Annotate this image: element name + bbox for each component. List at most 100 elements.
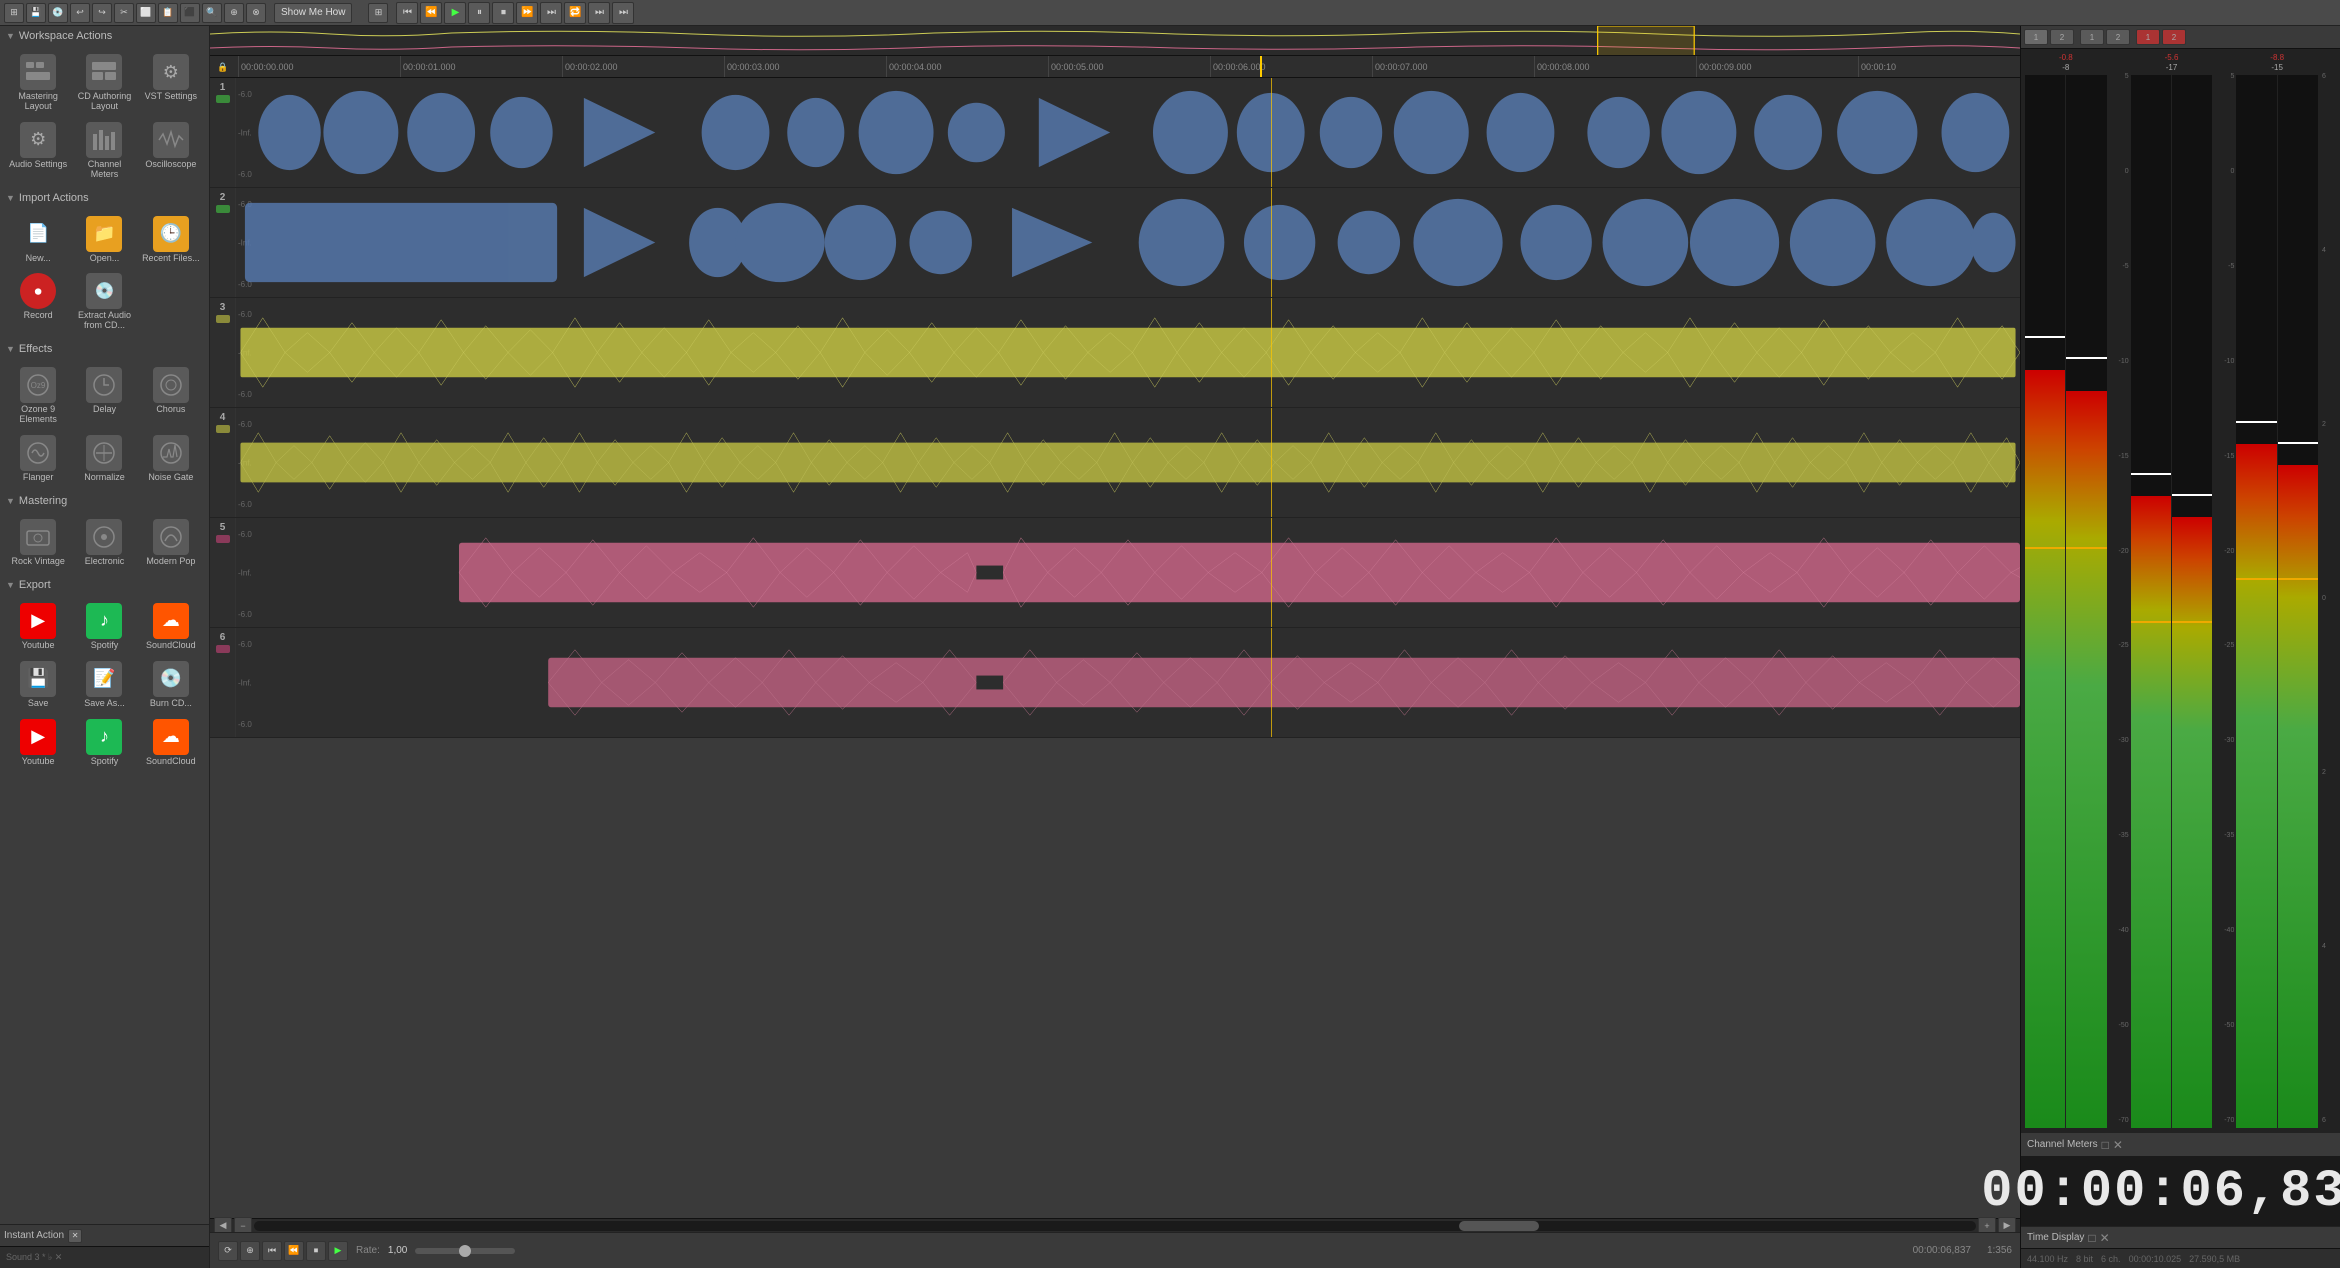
meter-tab-1[interactable]: 1 [2024,29,2048,45]
save-label: Save [28,699,49,709]
track-content-6[interactable]: -6.0 -Inf. -6.0 [236,628,2020,737]
new-file-item[interactable]: 📄 New... [6,212,70,268]
transport-skip-btn[interactable]: ⏭ [588,2,610,24]
save-item[interactable]: 💾 Save [6,657,70,713]
channel-meters-item[interactable]: Channel Meters [72,118,136,184]
time-display-x-btn[interactable]: ✕ [2100,1231,2110,1245]
modern-pop-item[interactable]: Modern Pop [139,515,203,571]
track-mute-3[interactable] [216,315,230,323]
tb-rewind-btn[interactable]: ⏮ [262,1241,282,1261]
tb-loop-btn[interactable]: ⟳ [218,1241,238,1261]
transport-loop-btn[interactable]: 🔁 [564,2,586,24]
mastering-layout-item[interactable]: Mastering Layout [6,50,70,116]
toolbar-btn-select[interactable]: ⬛ [180,3,200,23]
meter-tab-2[interactable]: 2 [2050,29,2074,45]
toolbar-btn-paste[interactable]: 📋 [158,3,178,23]
import-actions-header[interactable]: ▼ Import Actions [0,188,209,208]
burn-cd-item[interactable]: 💿 Burn CD... [139,657,203,713]
export-youtube-item[interactable]: ▶ Youtube [6,599,70,655]
tracks-container[interactable]: 1 -6.0 -Inf. -6.0 [210,78,2020,1218]
time-display-close-btn[interactable]: □ [2088,1231,2095,1245]
track-mute-4[interactable] [216,425,230,433]
track-mute-5[interactable] [216,535,230,543]
flanger-item[interactable]: Flanger [6,431,70,487]
tb-sync-btn[interactable]: ⊕ [240,1241,260,1261]
track-mute-6[interactable] [216,645,230,653]
save-spotify-item[interactable]: ♪ Spotify [72,715,136,771]
track-mute-2[interactable] [216,205,230,213]
transport-next-btn[interactable]: ⏩ [516,2,538,24]
transport-rewind-btn[interactable]: ⏮ [396,2,418,24]
transport-end-btn[interactable]: ⏭ [540,2,562,24]
ruler-mark-2: 00:00:02.000 [562,56,724,78]
h-scrollbar-thumb[interactable] [1459,1221,1539,1231]
save-youtube-label: Youtube [22,757,55,767]
transport-skip2-btn[interactable]: ⏭ [612,2,634,24]
transport-pause-btn[interactable]: ⏸ [468,2,490,24]
transport-stop-btn[interactable]: ⏹ [492,2,514,24]
tb-prev-btn[interactable]: ⏪ [284,1241,304,1261]
open-file-item[interactable]: 📁 Open... [72,212,136,268]
record-item[interactable]: ⏺ Record [6,269,70,335]
instant-action-close[interactable]: ✕ [68,1229,82,1243]
ozone-item[interactable]: Oz9 Ozone 9 Elements [6,363,70,429]
oscilloscope-item[interactable]: Oscilloscope [139,118,203,184]
audio-settings-item[interactable]: ⚙ Audio Settings [6,118,70,184]
meter-tab-4[interactable]: 2 [2106,29,2130,45]
meter-tab-6[interactable]: 2 [2162,29,2186,45]
extract-cd-item[interactable]: 💿 Extract Audio from CD... [72,269,136,335]
save-soundcloud-item[interactable]: ☁ SoundCloud [139,715,203,771]
show-me-how-button[interactable]: Show Me How [274,3,352,23]
tb-play-btn[interactable]: ▶ [328,1241,348,1261]
export-header[interactable]: ▼ Export [0,575,209,595]
export-soundcloud-item[interactable]: ☁ SoundCloud [139,599,203,655]
toolbar-btn-copy[interactable]: ⬜ [136,3,156,23]
toolbar-btn-undo[interactable]: ↩ [70,3,90,23]
effects-header[interactable]: ▼ Effects [0,339,209,359]
track-content-1[interactable]: -6.0 -Inf. -6.0 [236,78,2020,187]
toolbar-btn-zoom[interactable]: 🔍 [202,3,222,23]
meter-tab-5[interactable]: 1 [2136,29,2160,45]
track-content-3[interactable]: -6.0 -Inf. -6.0 [236,298,2020,407]
cd-authoring-item[interactable]: CD Authoring Layout [72,50,136,116]
channel-meters-x-btn[interactable]: ✕ [2113,1138,2123,1152]
meter-fill-l2 [2131,496,2171,1128]
mastering-header[interactable]: ▼ Mastering [0,491,209,511]
toolbar-btn-new[interactable]: ⊞ [4,3,24,23]
workspace-actions-header[interactable]: ▼ Workspace Actions [0,26,209,46]
save-youtube-item[interactable]: ▶ Youtube [6,715,70,771]
toolbar-btn-snap[interactable]: ⊕ [224,3,244,23]
save-soundcloud-label: SoundCloud [146,757,196,767]
normalize-item[interactable]: Normalize [72,431,136,487]
track-content-4[interactable]: -6.0 -Inf. -6.0 [236,408,2020,517]
channel-meters-close-btn[interactable]: □ [2102,1138,2109,1152]
track-content-2[interactable]: -6.0 -Inf. -6.0 [236,188,2020,297]
toolbar-btn-save[interactable]: 💾 [26,3,46,23]
vst-settings-item[interactable]: ⚙ VST Settings [139,50,203,116]
mini-navigator[interactable] [210,26,2020,56]
toolbar-btn-cut[interactable]: ✂ [114,3,134,23]
recent-files-item[interactable]: 🕒 Recent Files... [139,212,203,268]
save-as-item[interactable]: 📝 Save As... [72,657,136,713]
rock-vintage-item[interactable]: Rock Vintage [6,515,70,571]
bottom-scrollbar[interactable]: ◀ − + ▶ [210,1218,2020,1232]
electronic-item[interactable]: Electronic [72,515,136,571]
meter-tab-3[interactable]: 1 [2080,29,2104,45]
transport-prev-btn[interactable]: ⏪ [420,2,442,24]
toolbar-btn-cd[interactable]: 💿 [48,3,68,23]
delay-label: Delay [93,405,116,415]
audio-settings-icon: ⚙ [20,122,56,158]
toolbar-btn-scrub[interactable]: ⊗ [246,3,266,23]
chorus-item[interactable]: Chorus [139,363,203,429]
delay-item[interactable]: Delay [72,363,136,429]
noise-gate-item[interactable]: Noise Gate [139,431,203,487]
toolbar-btn-redo[interactable]: ↪ [92,3,112,23]
tb-stop-btn[interactable]: ⏹ [306,1241,326,1261]
toolbar-expand-btn[interactable]: ⊞ [368,3,388,23]
h-scrollbar-track[interactable] [254,1221,1976,1231]
track-mute-1[interactable] [216,95,230,103]
track-content-5[interactable]: -6.0 -Inf. -6.0 [236,518,2020,627]
transport-play-btn[interactable]: ▶ [444,2,466,24]
rate-slider[interactable] [415,1248,515,1254]
export-spotify-item[interactable]: ♪ Spotify [72,599,136,655]
